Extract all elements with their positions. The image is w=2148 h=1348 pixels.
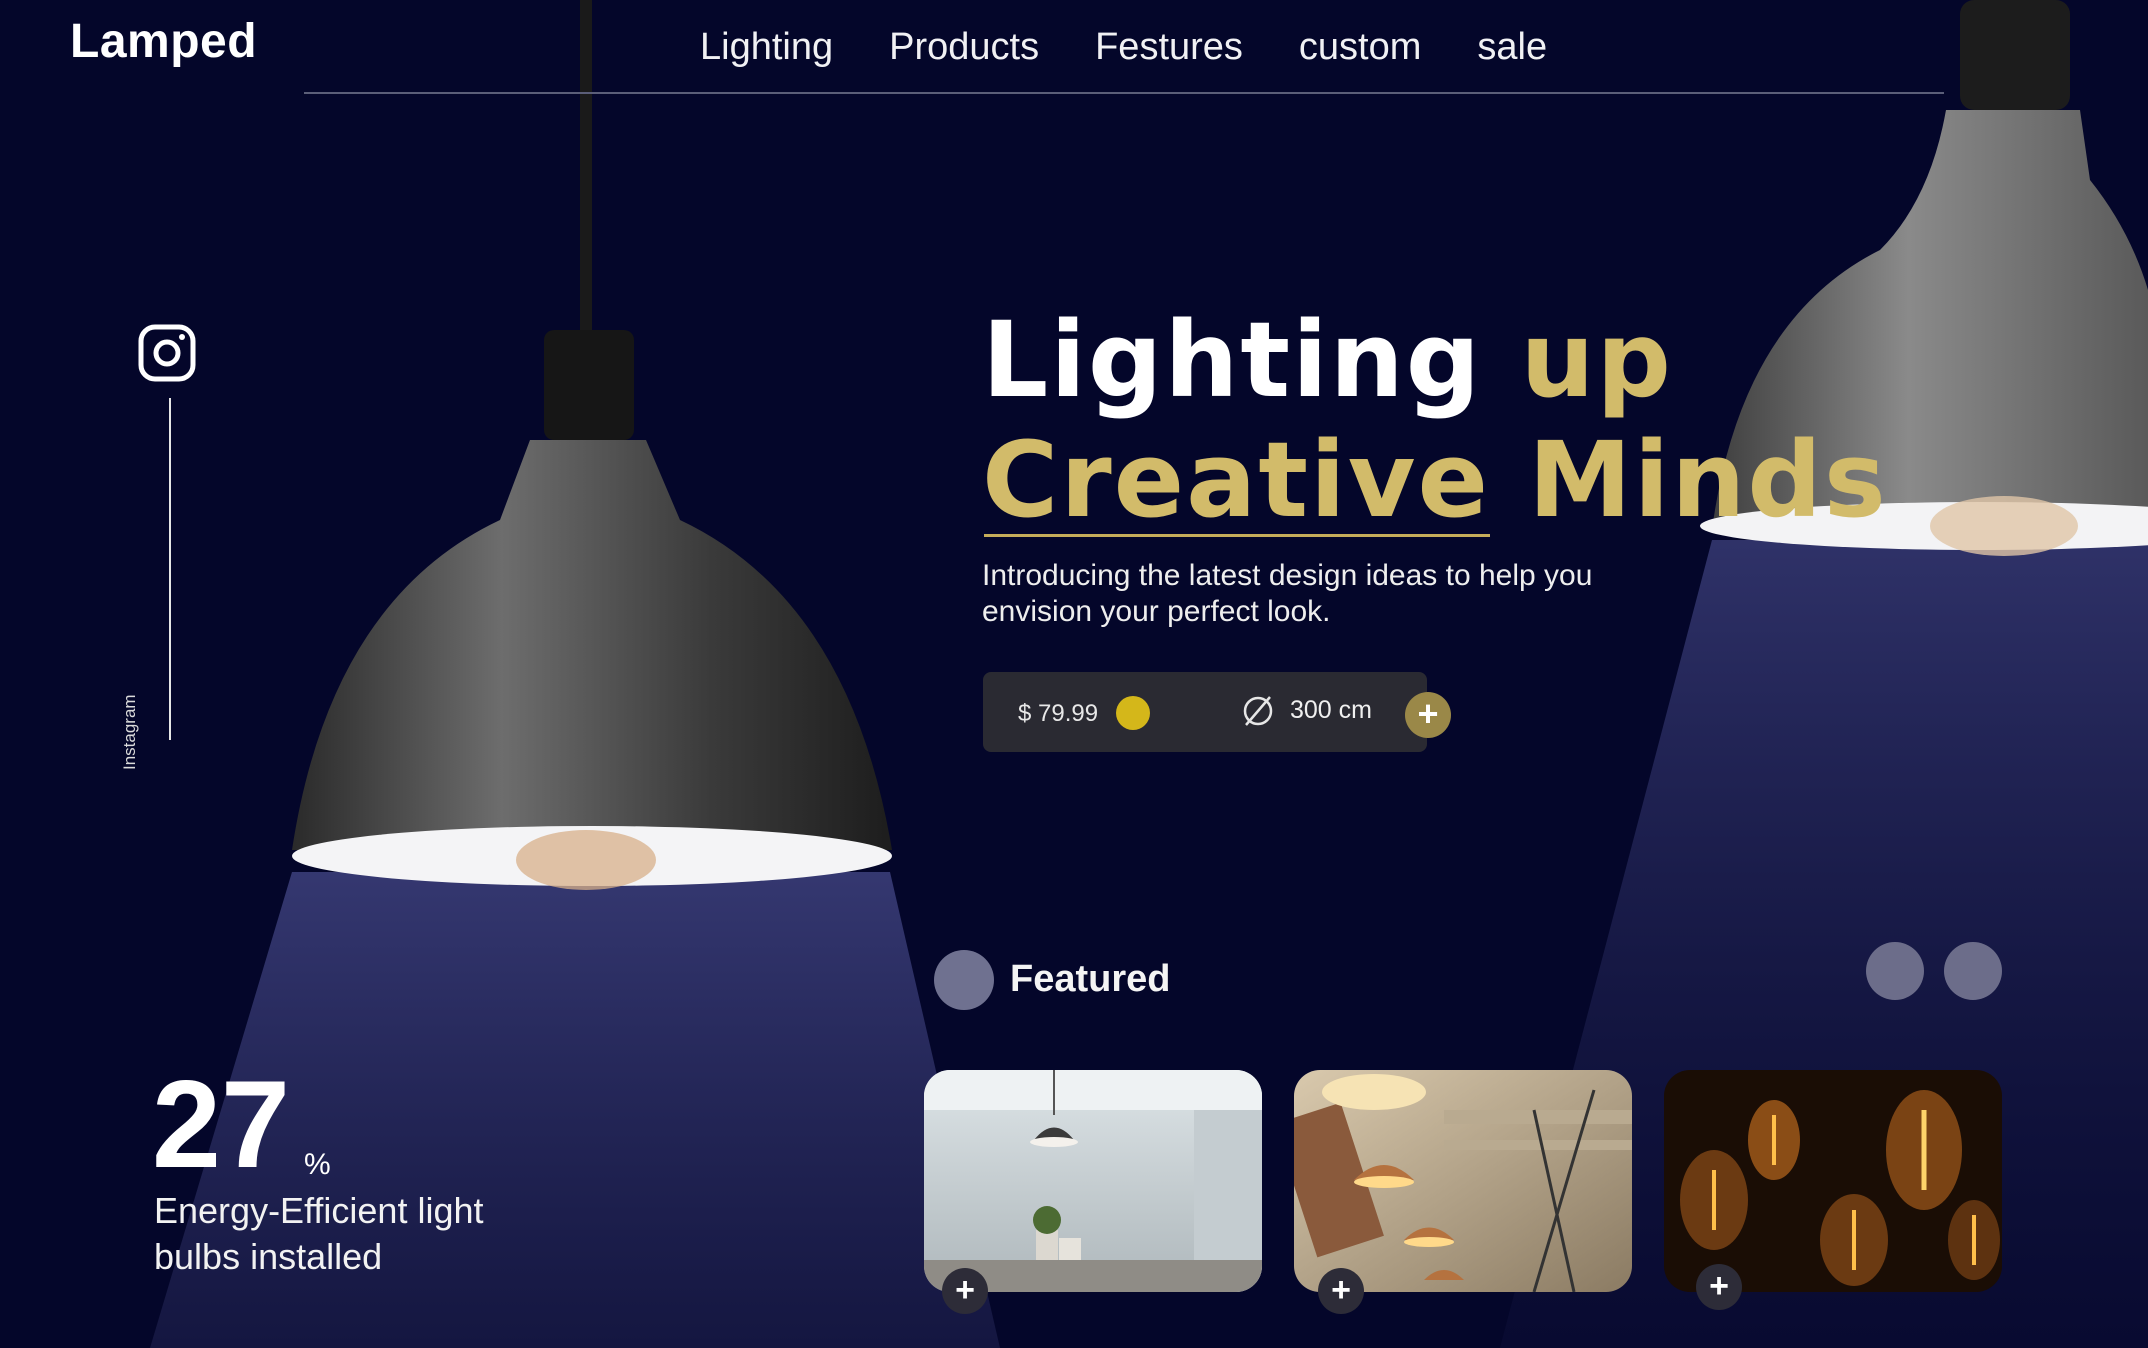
featured-card-1-add-button[interactable]: + (942, 1268, 988, 1314)
nav-item-products[interactable]: Products (889, 26, 1039, 69)
featured-card-1[interactable] (924, 1070, 1262, 1292)
stat-value: 27 (152, 1056, 290, 1194)
nav-item-lighting[interactable]: Lighting (700, 26, 833, 69)
featured-image-2 (1294, 1070, 1632, 1292)
featured-card-3[interactable] (1664, 1070, 2002, 1292)
featured-indicator (934, 950, 994, 1010)
nav-item-festures[interactable]: Festures (1095, 26, 1243, 69)
featured-image-3 (1664, 1070, 2002, 1292)
nav-item-sale[interactable]: sale (1477, 26, 1547, 69)
stat-label: Energy-Efficient light bulbs installed (154, 1190, 484, 1277)
stat-unit: % (304, 1148, 331, 1181)
featured-image-1 (924, 1070, 1262, 1292)
carousel-prev-button[interactable] (1866, 942, 1924, 1000)
featured-card-2-add-button[interactable]: + (1318, 1268, 1364, 1314)
hero-title-gold-1: up (1520, 299, 1673, 421)
instagram-label[interactable]: Instagram (120, 670, 140, 770)
instagram-icon[interactable] (138, 324, 196, 382)
featured-card-2[interactable] (1294, 1070, 1632, 1292)
hero-title-white: Lighting (982, 299, 1483, 421)
nav-divider (304, 92, 1944, 94)
size-label: 300 cm (1290, 696, 1372, 724)
diameter-icon (1243, 696, 1273, 726)
carousel-next-button[interactable] (1944, 942, 2002, 1000)
main-nav: Lighting Products Festures custom sale (700, 26, 1547, 69)
social-divider (169, 398, 171, 740)
price-label: $ 79.99 (1018, 700, 1099, 727)
featured-card-3-add-button[interactable]: + (1696, 1264, 1742, 1310)
color-swatch[interactable] (1116, 696, 1150, 730)
nav-item-custom[interactable]: custom (1299, 26, 1421, 69)
hero-title: Lighting up Creative Minds (982, 300, 1888, 540)
brand-logo[interactable]: Lamped (70, 14, 257, 69)
hero-underline (984, 534, 1490, 537)
hero-subtitle: Introducing the latest design ideas to h… (982, 559, 1593, 628)
featured-label: Featured (1010, 958, 1171, 1000)
hero-title-gold-2: Creative Minds (982, 419, 1888, 541)
add-to-cart-button[interactable]: + (1405, 692, 1451, 738)
